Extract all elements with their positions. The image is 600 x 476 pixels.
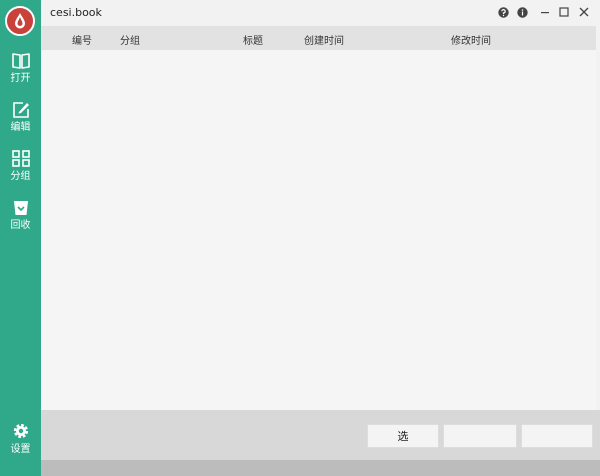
gear-icon: [13, 423, 28, 439]
maximize-button[interactable]: [557, 5, 571, 19]
maximize-icon: [559, 7, 569, 17]
column-header-number[interactable]: 编号: [72, 32, 92, 47]
drop-icon: [15, 13, 25, 29]
sidebar-item-recycle[interactable]: 回收: [0, 199, 41, 245]
column-header-group[interactable]: 分组: [120, 32, 140, 47]
column-header-created-time[interactable]: 创建时间: [304, 32, 344, 47]
sidebar-item-label: 分组: [10, 171, 31, 182]
status-bar: [41, 460, 600, 476]
minimize-icon: [541, 12, 549, 14]
sidebar-item-group[interactable]: 分组: [0, 150, 41, 196]
window-title: cesi.book: [50, 6, 102, 19]
footer-bar: 选: [41, 410, 600, 460]
sidebar-item-label: 打开: [10, 73, 31, 84]
table-header: 编号 分组 标题 创建时间 修改时间: [41, 26, 596, 50]
footer-button-select[interactable]: 选: [367, 424, 439, 448]
footer-button[interactable]: [443, 424, 517, 448]
close-button[interactable]: [577, 5, 591, 19]
table-body[interactable]: [41, 50, 596, 410]
column-header-modified-time[interactable]: 修改时间: [451, 32, 491, 47]
sidebar-item-label: 回收: [10, 220, 31, 231]
edit-icon: [12, 102, 29, 118]
help-icon: [497, 6, 509, 18]
grid-icon: [11, 150, 30, 167]
info-icon: [516, 6, 528, 18]
sidebar-item-open[interactable]: 打开: [0, 52, 41, 98]
help-button[interactable]: [496, 5, 510, 19]
sidebar-item-edit[interactable]: 编辑: [0, 101, 41, 147]
footer-button[interactable]: [521, 424, 593, 448]
app-logo: [5, 6, 35, 36]
title-bar: cesi.book: [41, 0, 600, 26]
book-icon: [11, 53, 30, 69]
info-button[interactable]: [515, 5, 529, 19]
recycle-bin-icon: [13, 201, 28, 215]
column-header-title[interactable]: 标题: [243, 32, 263, 47]
sidebar-item-label: 编辑: [10, 122, 31, 133]
close-icon: [579, 7, 589, 17]
sidebar: 打开 编辑 分组 回收 设置: [0, 0, 41, 476]
sidebar-item-settings[interactable]: 设置: [0, 421, 41, 467]
settings-label: 设置: [10, 444, 31, 455]
footer-button-label: 选: [397, 430, 409, 443]
minimize-button[interactable]: [538, 5, 552, 19]
